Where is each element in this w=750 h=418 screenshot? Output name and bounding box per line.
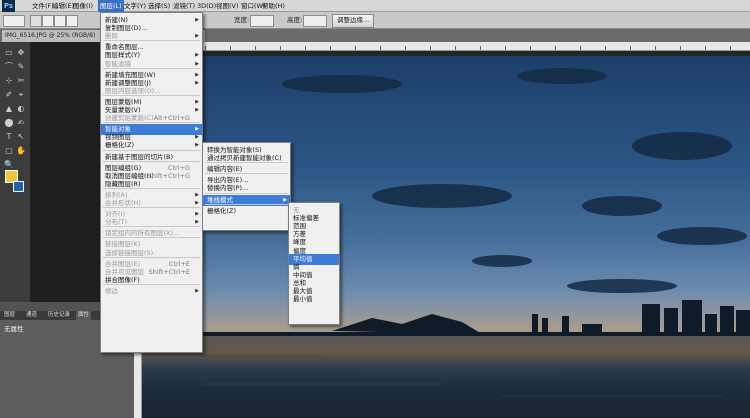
intersect-selection-mode[interactable] [66, 15, 78, 27]
tool-icon-11[interactable]: ✍ [16, 118, 26, 128]
tool-icon-10[interactable]: ⬤ [4, 118, 14, 128]
menubar-item-10[interactable]: 帮助(H) [260, 0, 287, 12]
ruler-tick [655, 46, 656, 50]
width-field[interactable] [250, 15, 274, 27]
stack-mode-menu-item-label: 最小值 [293, 295, 313, 304]
photoshop-logo: Ps [2, 0, 15, 12]
ruler-tick [605, 46, 606, 50]
tool-icon-12[interactable]: T [4, 132, 14, 142]
ruler-tick [580, 46, 581, 50]
menu-separator [103, 122, 200, 124]
tool-icon-0[interactable]: ▭ [4, 48, 14, 58]
ruler-tick [305, 46, 306, 50]
menubar-item-8[interactable]: 视图(V) [214, 0, 241, 12]
subtract-selection-mode[interactable] [54, 15, 66, 27]
ruler-tick [505, 46, 506, 50]
tool-icon-6[interactable]: ✐ [4, 90, 14, 100]
menu-separator [103, 149, 200, 151]
tool-icon-7[interactable]: ⌖ [16, 90, 26, 100]
menu-separator [103, 187, 200, 189]
menubar-item-5[interactable]: 选择(S) [146, 0, 172, 12]
menu-separator [205, 203, 288, 205]
menu-separator [103, 283, 200, 285]
menu-separator [103, 160, 200, 162]
menu-separator [205, 162, 288, 164]
ruler-tick [480, 46, 481, 50]
menu-separator [205, 173, 288, 175]
refine-edge-button[interactable]: 调整边缘... [332, 14, 375, 28]
smart-object-menu-item-label: 栅格化(Z) [207, 206, 237, 215]
add-selection-mode[interactable] [42, 15, 54, 27]
ruler-tick [230, 46, 231, 50]
background-color-swatch[interactable] [13, 181, 24, 192]
ruler-tick [680, 46, 681, 50]
menu-separator [103, 237, 200, 239]
menu-separator [103, 207, 200, 209]
layer-menu-item: 修边 ▶ [101, 286, 202, 297]
ruler-tick [380, 46, 381, 50]
ruler-tick [630, 46, 631, 50]
layer-menu-item-label: 修边 [105, 286, 118, 295]
tool-icon-9[interactable]: ◐ [16, 104, 26, 114]
tool-icon-16[interactable]: 🔍 [4, 160, 14, 170]
horizontal-ruler [200, 42, 750, 51]
ruler-tick [355, 46, 356, 50]
tool-icon-5[interactable]: ✂ [16, 76, 26, 86]
tool-icon-14[interactable]: ▢ [4, 146, 14, 156]
ruler-tick [730, 46, 731, 50]
stack-mode-submenu: 无标准偏差 范围 方差 峰度 偏度 平均值熵中间值 总和 最大值 最小值 [288, 202, 340, 325]
menubar-item-6[interactable]: 滤镜(T) [171, 0, 197, 12]
photo-canvas[interactable] [142, 56, 750, 418]
height-field[interactable] [303, 15, 327, 27]
new-selection-mode[interactable] [30, 15, 42, 27]
tool-icon-13[interactable]: ↖ [16, 132, 26, 142]
tool-icon-15[interactable]: ✋ [16, 146, 26, 156]
menu-separator [103, 256, 200, 258]
menu-separator [103, 67, 200, 69]
tool-preset-picker[interactable] [3, 15, 25, 27]
menu-separator [103, 226, 200, 228]
menu-bar: Ps 文件(F) 编辑(E) 图像(I) 图层(L) 文字(Y) 选择(S) 滤镜(T) 3D… [0, 0, 750, 12]
tool-icon-8[interactable]: ▲ [4, 104, 14, 114]
layer-menu: 新建(N) ▶ 复制图层(D)... 删除 ▶ 重命名图层... 图层样式(Y) ▶ 智能滤镜 ▶… [100, 12, 203, 353]
menu-separator [103, 94, 200, 96]
menubar-item-2[interactable]: 图像(I) [71, 0, 95, 12]
width-label: 宽度: [234, 16, 250, 24]
tool-icon-2[interactable]: ⌒ [4, 62, 14, 72]
ruler-tick [430, 46, 431, 50]
tab-properties[interactable]: 属性 [76, 311, 92, 320]
ruler-tick [530, 46, 531, 50]
tool-icon-3[interactable]: ✎ [16, 62, 26, 72]
menu-separator [103, 40, 200, 42]
sunset-photo [142, 68, 750, 418]
ruler-tick [280, 46, 281, 50]
no-properties-text: 无属性 [4, 325, 24, 333]
ruler-tick [455, 46, 456, 50]
submenu-arrow-icon: ▶ [195, 287, 199, 294]
tool-icon-4[interactable]: ⊹ [4, 76, 14, 86]
smart-object-submenu: 转换为智能对象(S) 通过拷贝新建智能对象(C) 编辑内容(E) 导出内容(E)...… [202, 142, 291, 231]
tab-channels[interactable]: 通道 [24, 311, 39, 320]
tool-icon-1[interactable]: ✥ [16, 48, 26, 58]
stack-mode-menu-item[interactable]: 最小值 [289, 294, 339, 305]
menu-separator [205, 192, 288, 194]
menubar-item-4[interactable]: 文字(Y) [122, 0, 148, 12]
ruler-tick [705, 46, 706, 50]
tab-layers[interactable]: 图层 [2, 311, 17, 320]
ruler-tick [405, 46, 406, 50]
height-label: 高度: [287, 16, 303, 24]
ruler-tick [330, 46, 331, 50]
ruler-tick [205, 46, 206, 50]
tab-history[interactable]: 历史记录 [46, 311, 72, 320]
ruler-tick [255, 46, 256, 50]
menubar-item-3[interactable]: 图层(L) [98, 0, 124, 12]
smart-object-menu-item[interactable]: 栅格化(Z) [203, 206, 290, 217]
ruler-tick [555, 46, 556, 50]
